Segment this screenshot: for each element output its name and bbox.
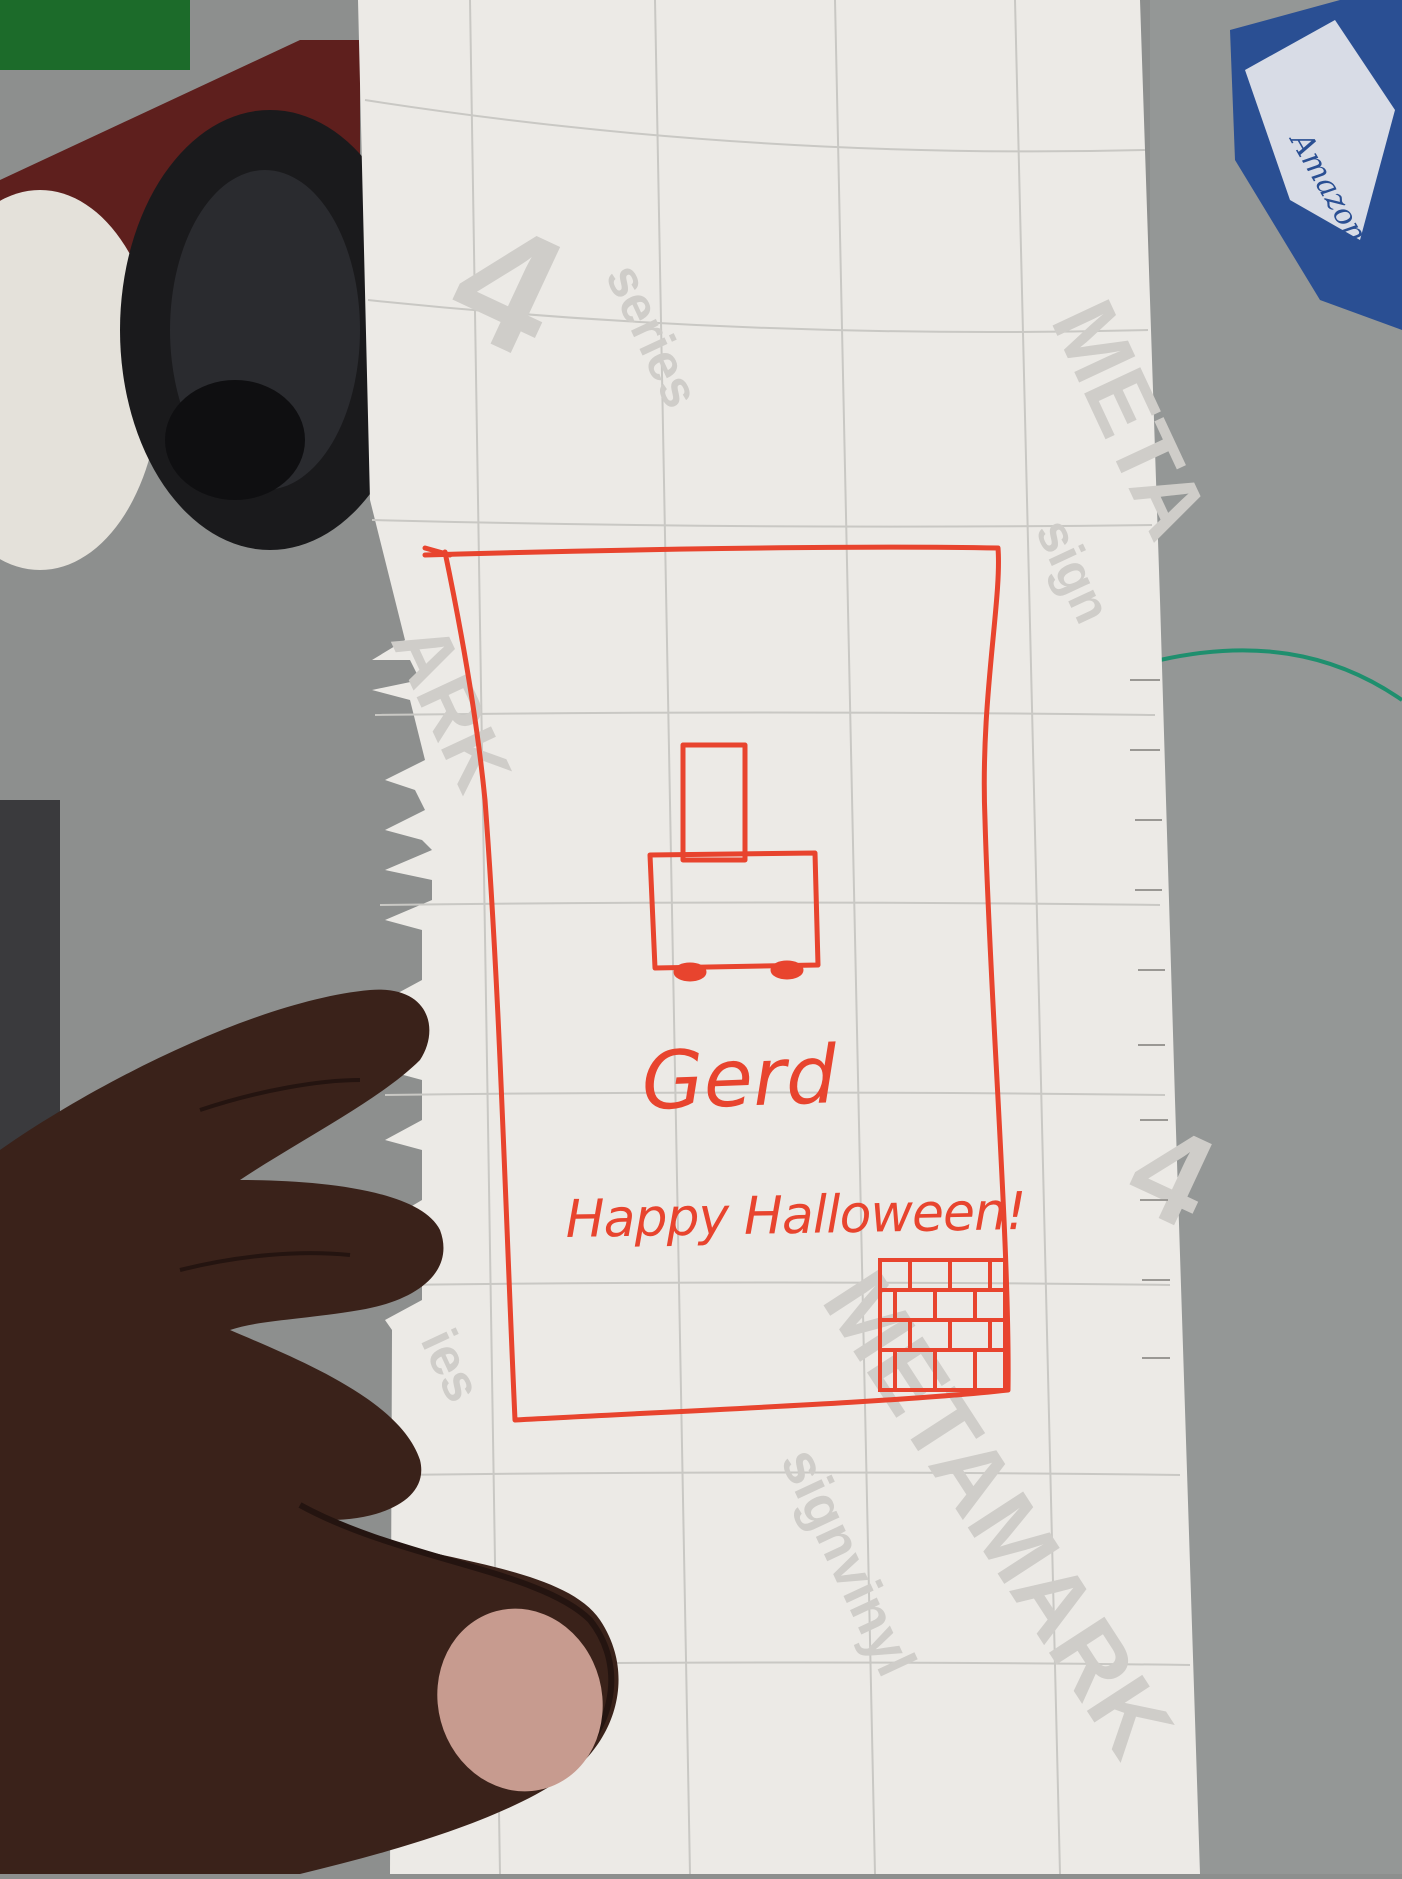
card-greeting: Happy Halloween! <box>565 1181 1027 1250</box>
photo-scene: Amazon 4 series META sign ARK 4 ies sign… <box>0 0 1402 1875</box>
photo-drawing: Amazon 4 series META sign ARK 4 ies sign… <box>0 0 1402 1875</box>
card-name: Gerd <box>640 1028 839 1128</box>
green-object <box>0 0 190 70</box>
